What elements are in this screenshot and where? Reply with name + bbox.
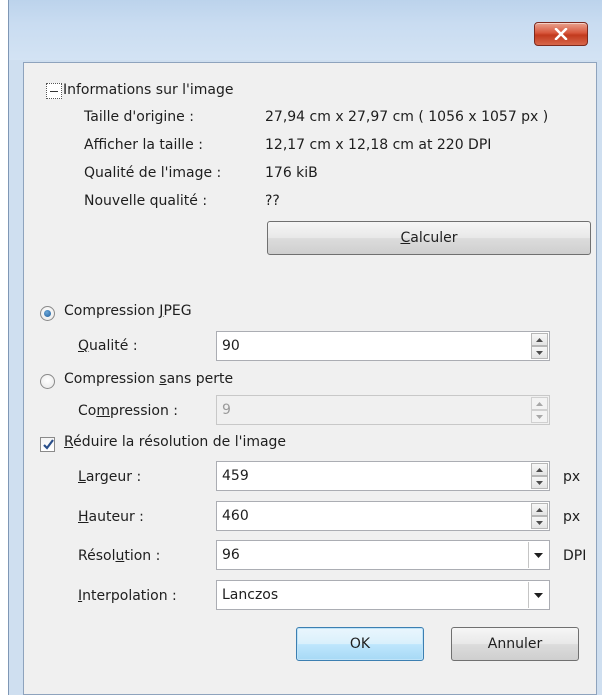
compression-spin[interactable]: [531, 397, 548, 423]
width-label: Largeur :: [78, 469, 141, 485]
jpeg-compression-radio[interactable]: [40, 306, 55, 321]
height-value: 460: [222, 508, 249, 524]
height-label-post: auteur :: [88, 509, 144, 525]
resolution-label-key: u: [115, 548, 125, 564]
jpeg-label-pre: Compression: [64, 303, 160, 319]
jpeg-label-post: PEG: [163, 303, 192, 319]
cancel-button[interactable]: Annuler: [451, 627, 579, 661]
compression-label: Compression :: [78, 403, 178, 419]
width-stepper[interactable]: 459: [216, 461, 550, 491]
width-label-key: L: [78, 469, 86, 485]
lossless-label-post: ans perte: [166, 371, 234, 387]
lossless-compression-label[interactable]: Compression sans perte: [64, 371, 233, 387]
spin-up-icon[interactable]: [531, 463, 548, 476]
image-quality-value: 176 kiB: [265, 165, 318, 181]
new-quality-value: ??: [265, 193, 280, 209]
height-label-key: H: [78, 509, 89, 525]
check-icon: [42, 438, 55, 455]
resolution-label: Résolution :: [78, 548, 160, 564]
calculate-button[interactable]: Calculer: [267, 221, 591, 255]
reduce-label-key: R: [64, 434, 74, 450]
quality-label-post: ualité :: [89, 338, 138, 354]
resolution-unit: DPI: [563, 548, 587, 564]
resolution-label-pre: Résol: [78, 548, 116, 564]
jpeg-compression-label[interactable]: Compression JPEG: [64, 303, 192, 319]
quality-value: 90: [222, 338, 240, 354]
new-quality-label: Nouvelle qualité :: [84, 193, 208, 209]
width-value: 459: [222, 468, 249, 484]
spin-down-icon[interactable]: [531, 476, 548, 489]
close-icon: [554, 28, 568, 40]
compression-label-pre: Co: [78, 403, 97, 419]
lossless-label-pre: Compression: [64, 371, 160, 387]
height-stepper[interactable]: 460: [216, 501, 550, 531]
close-button[interactable]: [534, 22, 588, 46]
interpolation-value: Lanczos: [222, 587, 279, 603]
interpolation-select[interactable]: Lanczos: [216, 580, 550, 610]
quality-spin[interactable]: [531, 333, 548, 359]
display-size-label: Afficher la taille :: [84, 137, 203, 153]
original-size-label: Taille d'origine :: [84, 109, 194, 125]
ok-button[interactable]: OK: [296, 627, 424, 661]
calculate-label-key: C: [400, 230, 411, 246]
quality-label: Qualité :: [78, 338, 138, 354]
spin-down-icon[interactable]: [531, 410, 548, 423]
reduce-resolution-label[interactable]: Réduire la résolution de l'image: [64, 434, 286, 450]
width-unit: px: [563, 469, 581, 485]
compression-stepper[interactable]: 9: [216, 395, 550, 425]
resolution-select[interactable]: 96: [216, 540, 550, 570]
chevron-down-icon[interactable]: [528, 582, 548, 608]
width-spin[interactable]: [531, 463, 548, 489]
dialog-client-area: Informations sur l'image Taille d'origin…: [23, 62, 597, 695]
original-size-value: 27,94 cm x 27,97 cm ( 1056 x 1057 px ): [265, 109, 549, 125]
height-spin[interactable]: [531, 503, 548, 529]
reduce-label-post: éduire la résolution de l'image: [73, 434, 287, 450]
collapse-icon[interactable]: [46, 83, 62, 99]
spin-up-icon[interactable]: [531, 503, 548, 516]
quality-label-key: Q: [78, 338, 90, 354]
spin-down-icon[interactable]: [531, 516, 548, 529]
lossless-compression-radio[interactable]: [40, 374, 55, 389]
title-bar[interactable]: [9, 0, 602, 60]
reduce-resolution-checkbox[interactable]: [40, 437, 55, 452]
resolution-label-post: tion :: [124, 548, 161, 564]
height-label: Hauteur :: [78, 509, 144, 525]
spin-up-icon[interactable]: [531, 397, 548, 410]
compression-label-post: pression :: [109, 403, 179, 419]
interpolation-label-post: nterpolation :: [82, 588, 177, 604]
resolution-value: 96: [222, 547, 240, 563]
quality-stepper[interactable]: 90: [216, 331, 550, 361]
compression-value: 9: [222, 402, 231, 418]
width-label-post: argeur :: [85, 469, 142, 485]
interpolation-label: Interpolation :: [78, 588, 177, 604]
display-size-value: 12,17 cm x 12,18 cm at 220 DPI: [265, 137, 492, 153]
dialog-window: Informations sur l'image Taille d'origin…: [8, 0, 602, 695]
spin-down-icon[interactable]: [531, 346, 548, 359]
compression-label-key: m: [96, 403, 110, 419]
height-unit: px: [563, 509, 581, 525]
image-quality-label: Qualité de l'image :: [84, 165, 222, 181]
calculate-label-post: alculer: [410, 230, 458, 246]
spin-up-icon[interactable]: [531, 333, 548, 346]
chevron-down-icon[interactable]: [528, 542, 548, 568]
info-section-header: Informations sur l'image: [63, 82, 234, 98]
lossless-label-key: s: [159, 371, 167, 387]
